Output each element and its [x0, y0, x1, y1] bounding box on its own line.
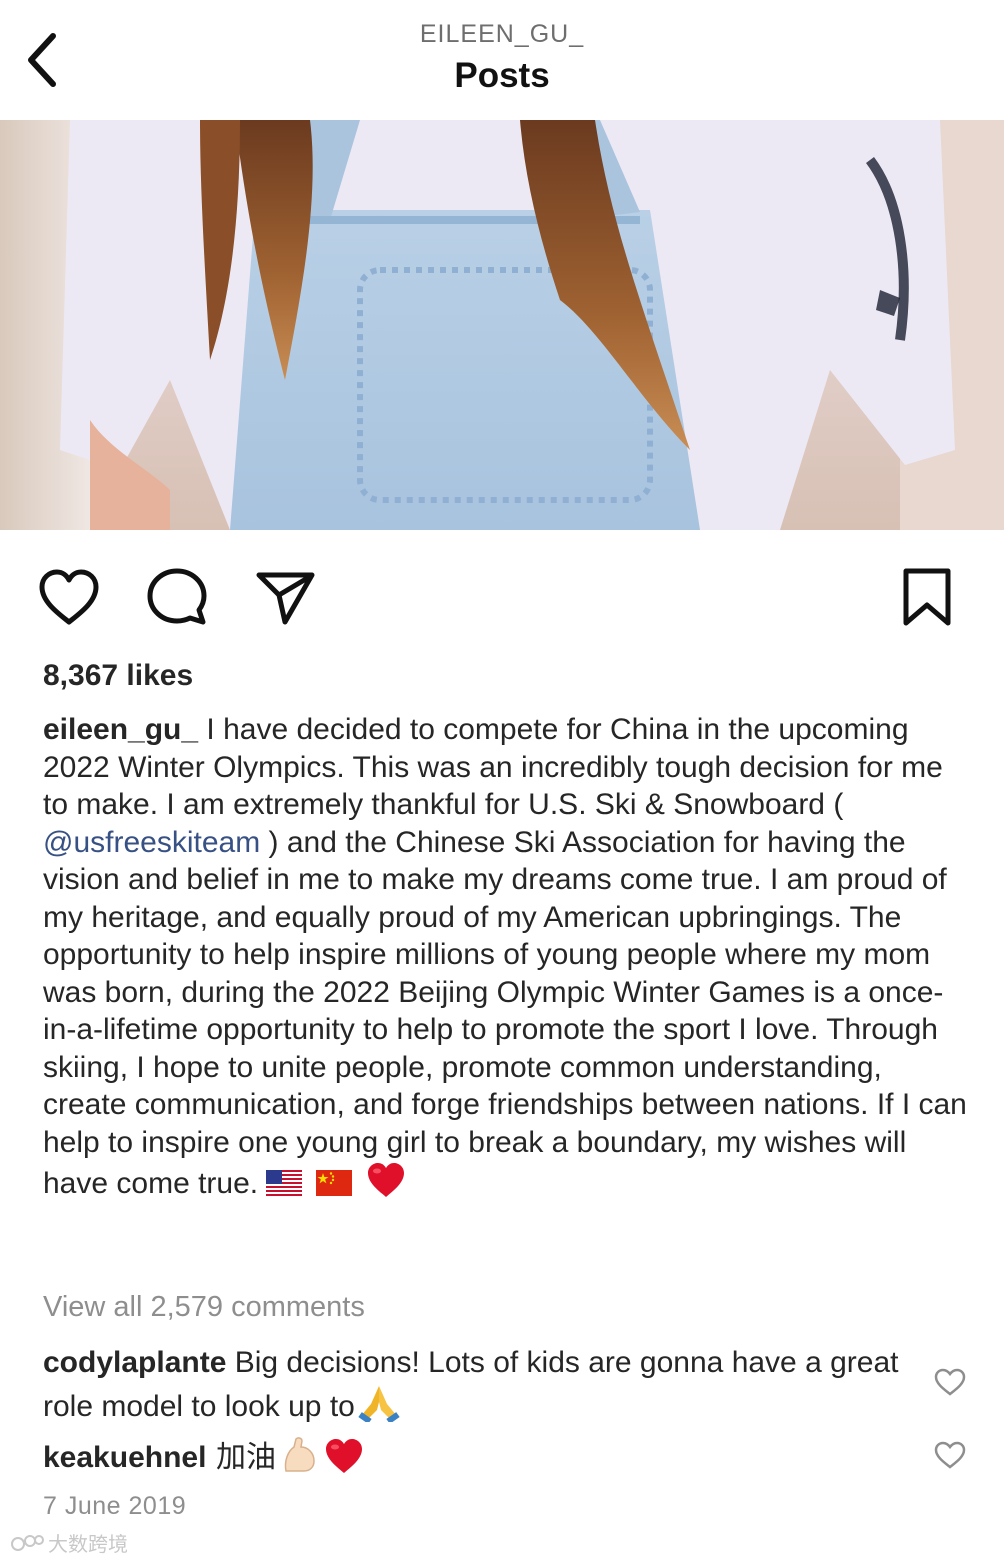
comment-username[interactable]: codylaplante [43, 1346, 226, 1379]
bookmark-icon [903, 568, 951, 626]
paper-plane-icon [256, 572, 315, 625]
like-button[interactable] [34, 562, 104, 632]
caption-username[interactable]: eileen_gu_ [43, 713, 198, 746]
comment-item: keakuehnel 加油 [43, 1435, 913, 1485]
flexed-biceps-icon [280, 1435, 320, 1485]
red-heart-icon [366, 1161, 406, 1209]
view-all-comments-link[interactable]: View all 2,579 comments [43, 1291, 365, 1324]
red-heart-icon [324, 1437, 364, 1485]
caption-mention-link[interactable]: @usfreeskiteam [43, 826, 260, 859]
comment-username[interactable]: keakuehnel [43, 1441, 206, 1474]
comment-item: codylaplante Big decisions! Lots of kids… [43, 1344, 913, 1431]
comment-button[interactable] [142, 562, 212, 632]
post-image[interactable] [0, 120, 1004, 530]
heart-icon [39, 569, 99, 625]
watermark-logo-icon [11, 1534, 44, 1551]
comment-text: 加油 [206, 1440, 276, 1475]
post-caption: eileen_gu_ I have decided to compete for… [43, 711, 968, 1209]
likes-count[interactable]: 8,367 likes [43, 659, 193, 693]
caption-text-part2: ) and the Chinese Ski Association for ha… [43, 825, 967, 1201]
china-flag-icon [316, 1168, 353, 1206]
header-username: EILEEN_GU_ [419, 20, 585, 48]
comment-like-button[interactable] [930, 1362, 970, 1402]
heart-icon [934, 1368, 966, 1396]
page-title: Posts [454, 56, 550, 95]
watermark: 大数跨境 [10, 1528, 128, 1557]
us-flag-icon [266, 1168, 303, 1206]
comment-like-button[interactable] [930, 1435, 970, 1475]
folded-hands-icon [357, 1382, 401, 1432]
save-button[interactable] [892, 562, 962, 632]
post-date: 7 June 2019 [43, 1492, 187, 1520]
speech-bubble-icon [147, 568, 207, 625]
heart-icon [934, 1441, 966, 1469]
post-image-illustration [0, 120, 1004, 530]
top-navigation-bar: EILEEN_GU_ Posts [0, 0, 1004, 120]
share-button[interactable] [250, 562, 320, 632]
watermark-text: 大数跨境 [48, 1532, 128, 1556]
